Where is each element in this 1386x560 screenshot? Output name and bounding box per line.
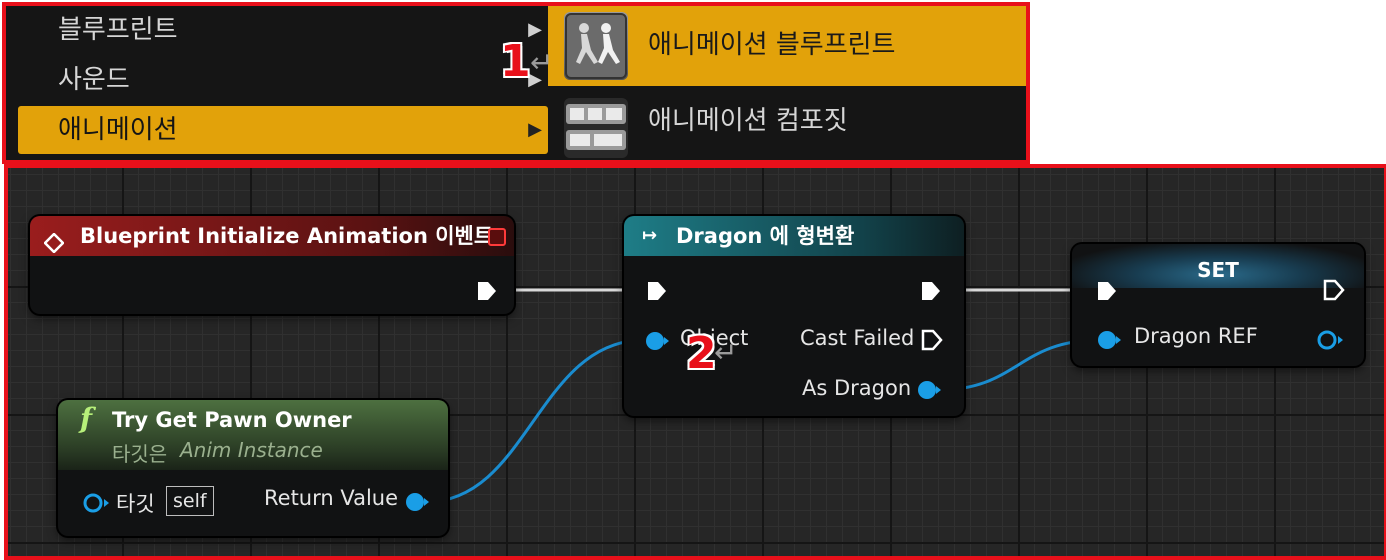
submenu-item-label: 애니메이션 블루프린트 xyxy=(648,30,896,60)
function-node-try-get-pawn-owner[interactable]: f Try Get Pawn Owner 타깃은 Anim Instance 타… xyxy=(58,400,448,536)
dragon-ref-pin-label: Dragon REF xyxy=(1134,324,1258,348)
menu-item-label: 애니메이션 xyxy=(58,115,178,145)
as-dragon-output-pin[interactable] xyxy=(916,379,942,405)
blueprint-graph-canvas[interactable]: Blueprint Initialize Animation 이벤트 ↦ Dra… xyxy=(4,164,1386,560)
delegate-square-icon[interactable] xyxy=(488,228,506,246)
dragon-ref-input-pin[interactable] xyxy=(1096,329,1122,355)
submenu-list: 애니메이션 블루프린트 애니메이션 컴포짓 xyxy=(548,6,1026,160)
event-node-header: Blueprint Initialize Animation 이벤트 xyxy=(30,216,514,256)
event-node-title: Blueprint Initialize Animation 이벤트 xyxy=(80,224,494,248)
return-value-output-pin[interactable] xyxy=(404,491,430,517)
menu-item-blueprint[interactable]: 블루프린트 ▶ xyxy=(18,6,548,54)
set-node-title: SET xyxy=(1197,258,1239,282)
callout-1: 1 xyxy=(500,36,531,87)
menu-item-sound[interactable]: 사운드 ▶ xyxy=(18,56,548,104)
function-node-subtitle-prefix: 타깃은 xyxy=(112,442,168,466)
exec-output-pin[interactable] xyxy=(1322,278,1346,306)
cast-failed-exec-pin[interactable] xyxy=(920,328,944,356)
cast-failed-pin-label: Cast Failed xyxy=(800,326,915,350)
as-dragon-pin-label: As Dragon xyxy=(802,376,912,400)
set-node-dragon-ref[interactable]: SET Dragon REF xyxy=(1072,244,1364,366)
submenu-item-animation-composite[interactable]: 애니메이션 컴포짓 xyxy=(548,90,1026,160)
cast-node-dragon[interactable]: ↦ Dragon 에 형변환 Object Cast Failed As Dra… xyxy=(624,216,964,416)
exec-input-pin[interactable] xyxy=(646,280,668,306)
chevron-right-icon: ▶ xyxy=(528,119,542,140)
target-pin-label: 타깃 xyxy=(116,492,155,516)
return-value-pin-label: Return Value xyxy=(264,486,399,510)
submenu-item-label: 애니메이션 컴포짓 xyxy=(648,106,848,136)
function-node-title: Try Get Pawn Owner xyxy=(112,408,352,432)
context-menu-panel: 블루프린트 ▶ 사운드 ▶ 애니메이션 ▶ 애니메이션 블루프린트 애니메이션 … xyxy=(0,0,1030,164)
callout-2: 2 xyxy=(686,328,717,379)
self-default-value[interactable]: self xyxy=(166,486,214,516)
cast-node-title: Dragon 에 형변환 xyxy=(676,224,855,248)
category-list: 블루프린트 ▶ 사운드 ▶ 애니메이션 ▶ xyxy=(14,6,548,160)
enter-key-icon: ↵ xyxy=(714,336,738,369)
exec-output-pin[interactable] xyxy=(920,280,942,306)
submenu-item-animation-blueprint[interactable]: 애니메이션 블루프린트 xyxy=(548,6,1026,86)
object-wire-return-to-object xyxy=(425,338,645,504)
menu-item-animation[interactable]: 애니메이션 ▶ xyxy=(18,106,548,154)
cast-arrow-icon: ↦ xyxy=(642,225,658,246)
event-node-initialize-animation[interactable]: Blueprint Initialize Animation 이벤트 xyxy=(30,216,514,314)
function-node-subtitle-class: Anim Instance xyxy=(180,438,323,462)
cast-node-header: ↦ Dragon 에 형변환 xyxy=(624,216,964,256)
menu-item-label: 사운드 xyxy=(58,65,130,95)
animation-blueprint-icon xyxy=(564,12,628,80)
enter-key-icon: ↵ xyxy=(530,46,554,79)
event-diamond-icon xyxy=(43,226,65,254)
exec-input-pin[interactable] xyxy=(1096,280,1118,306)
dragon-ref-output-pin[interactable] xyxy=(1316,329,1344,355)
object-input-pin[interactable] xyxy=(644,330,670,356)
menu-item-label: 블루프린트 xyxy=(58,15,178,45)
animation-composite-icon xyxy=(564,98,628,158)
target-input-pin[interactable] xyxy=(82,492,110,518)
function-icon: f xyxy=(80,402,93,435)
exec-output-pin[interactable] xyxy=(476,280,498,306)
